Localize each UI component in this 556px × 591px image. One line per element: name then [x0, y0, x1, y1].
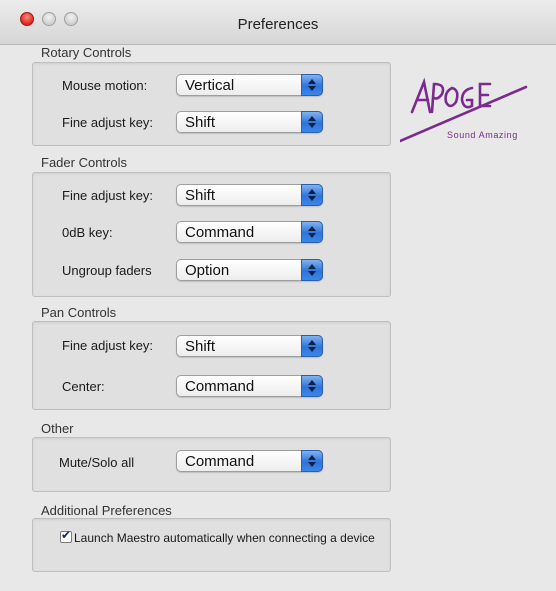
logo-letter-p	[430, 82, 445, 114]
logo-tagline: Sound Amazing	[447, 130, 518, 140]
mouse-motion-popup[interactable]: Vertical	[176, 74, 323, 96]
other-heading: Other	[41, 421, 74, 436]
fader-fine-adjust-popup[interactable]: Shift	[176, 184, 323, 206]
rotary-fine-adjust-value: Shift	[185, 114, 216, 131]
popup-arrows-icon	[301, 259, 323, 281]
logo-letter-g	[460, 86, 474, 109]
ungroup-faders-label: Ungroup faders	[62, 263, 152, 278]
logo-letter-a	[410, 77, 432, 114]
fader-controls-heading: Fader Controls	[41, 155, 127, 170]
mouse-motion-value: Vertical	[185, 77, 235, 94]
rotary-controls-heading: Rotary Controls	[41, 45, 132, 60]
launch-maestro-label[interactable]: Launch Maestro automatically when connec…	[74, 531, 375, 545]
popup-arrows-icon	[301, 221, 323, 243]
ungroup-faders-value: Option	[185, 262, 230, 279]
popup-arrows-icon	[301, 111, 323, 133]
popup-arrows-icon	[301, 335, 323, 357]
popup-arrows-icon	[301, 450, 323, 472]
preferences-window: Preferences Rotary Controls Mouse motion…	[0, 0, 556, 591]
pan-fine-adjust-popup[interactable]: Shift	[176, 335, 323, 357]
pan-fine-adjust-label: Fine adjust key:	[62, 338, 154, 353]
rotary-fine-adjust-popup[interactable]: Shift	[176, 111, 323, 133]
logo-letter-o	[444, 86, 459, 108]
center-popup[interactable]: Command	[176, 375, 323, 397]
odb-key-value: Command	[185, 224, 255, 241]
odb-key-popup[interactable]: Command	[176, 221, 323, 243]
popup-arrows-icon	[301, 74, 323, 96]
apogee-logo: Sound Amazing	[400, 77, 528, 143]
fader-fine-adjust-value: Shift	[185, 187, 216, 204]
mute-solo-all-popup[interactable]: Command	[176, 450, 323, 472]
popup-arrows-icon	[301, 184, 323, 206]
launch-maestro-checkbox[interactable]	[60, 528, 72, 543]
pan-fine-adjust-value: Shift	[185, 338, 216, 355]
mute-solo-all-label: Mute/Solo all	[59, 455, 135, 470]
additional-preferences-group	[32, 518, 391, 572]
popup-arrows-icon	[301, 375, 323, 397]
fader-fine-adjust-label: Fine adjust key:	[62, 188, 154, 203]
odb-key-label: 0dB key:	[62, 225, 113, 240]
mouse-motion-label: Mouse motion:	[62, 78, 148, 93]
additional-preferences-heading: Additional Preferences	[41, 503, 172, 518]
rotary-fine-adjust-label: Fine adjust key:	[62, 115, 154, 130]
pan-controls-heading: Pan Controls	[41, 305, 117, 320]
ungroup-faders-popup[interactable]: Option	[176, 259, 323, 281]
title-bar[interactable]: Preferences	[0, 0, 556, 45]
mute-solo-all-value: Command	[185, 453, 255, 470]
center-value: Command	[185, 378, 255, 395]
window-title: Preferences	[237, 16, 319, 33]
center-label: Center:	[62, 379, 105, 394]
